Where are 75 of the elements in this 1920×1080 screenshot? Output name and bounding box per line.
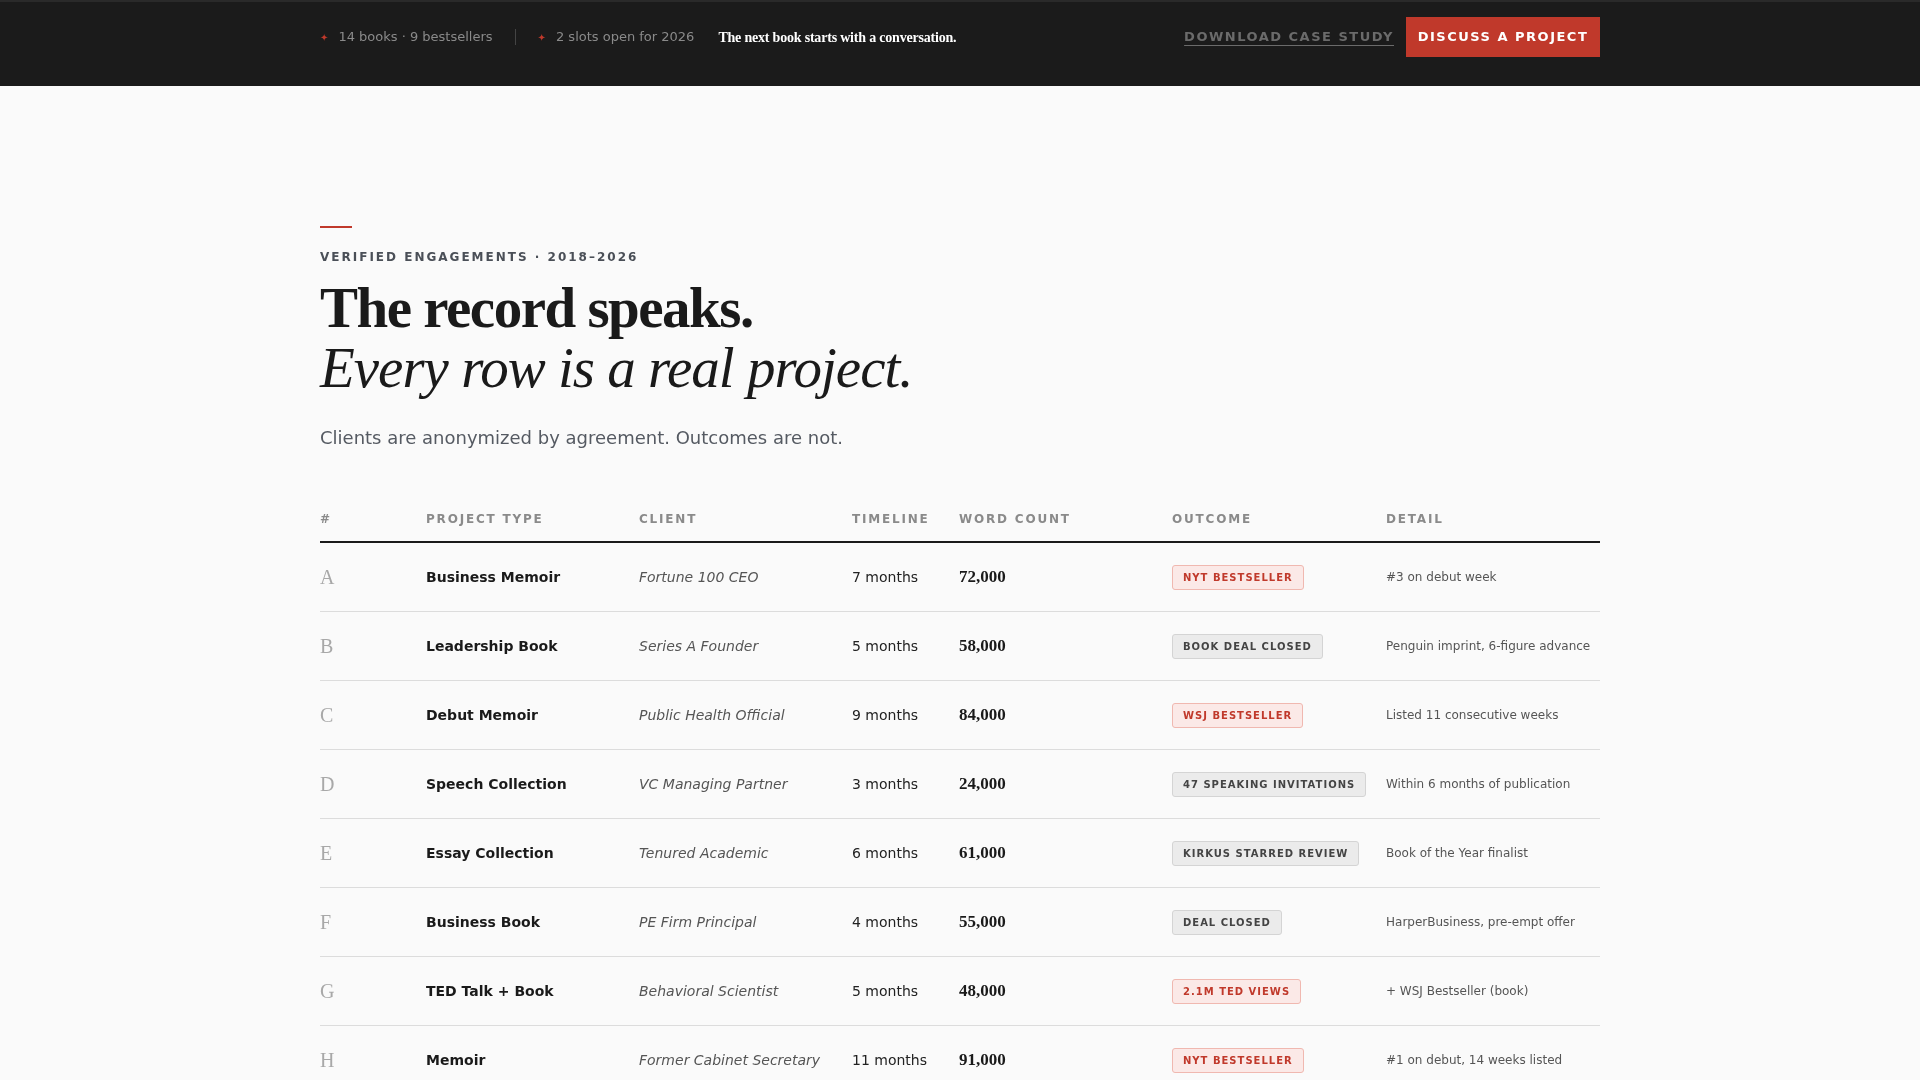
word-count: 72,000 (959, 566, 1006, 589)
timeline: 9 months (852, 705, 919, 725)
column-header: WORD COUNT (959, 511, 1072, 528)
timeline: 4 months (852, 912, 919, 932)
row-letter: E (320, 841, 333, 866)
eyebrow: VERIFIED ENGAGEMENTS · 2018–2026 (320, 249, 640, 266)
project-type: Business Book (426, 912, 540, 932)
word-count: 84,000 (959, 704, 1006, 727)
project-type: Debut Memoir (426, 705, 538, 725)
outcome-tag: KIRKUS STARRED REVIEW (1172, 841, 1360, 866)
star-icon: ✦ (320, 29, 329, 45)
outcome-tag: 2.1M TED VIEWS (1172, 979, 1302, 1004)
outcome-tag: DEAL CLOSED (1172, 910, 1282, 935)
client-name: Former Cabinet Secretary (639, 1050, 821, 1070)
tagline: The next book starts with a conversation. (718, 28, 957, 47)
word-count: 55,000 (959, 911, 1006, 934)
column-header: CLIENT (639, 511, 699, 528)
detail-text: Penguin imprint, 6-figure advance (1386, 638, 1591, 655)
client-name: Public Health Official (639, 705, 785, 725)
project-type: Essay Collection (426, 843, 554, 863)
download-link[interactable]: DOWNLOAD CASE STUDY (1184, 27, 1394, 47)
client-name: Fortune 100 CEO (639, 567, 759, 587)
detail-text: + WSJ Bestseller (book) (1386, 983, 1529, 1000)
row-letter: C (320, 703, 334, 728)
star-icon: ✦ (537, 29, 546, 45)
detail-text: Book of the Year finalist (1386, 845, 1528, 862)
project-type: TED Talk + Book (426, 981, 554, 1001)
project-type: Business Memoir (426, 567, 561, 587)
column-header: PROJECT TYPE (426, 511, 545, 528)
outcome-tag: NYT BESTSELLER (1172, 565, 1304, 590)
headline-italic: Every row is a real project. (320, 338, 914, 398)
word-count: 61,000 (959, 842, 1006, 865)
stat-text: 14 books · 9 bestsellers (338, 28, 493, 47)
outcome-tag: WSJ BESTSELLER (1172, 703, 1304, 728)
timeline: 11 months (852, 1050, 927, 1070)
detail-text: HarperBusiness, pre-empt offer (1386, 914, 1575, 931)
column-header: OUTCOME (1172, 511, 1253, 528)
column-header: # (320, 511, 333, 528)
client-name: VC Managing Partner (639, 774, 788, 794)
project-type: Memoir (426, 1050, 486, 1070)
outcome-tag: BOOK DEAL CLOSED (1172, 634, 1323, 659)
column-header: TIMELINE (852, 511, 931, 528)
outcome-tag: 47 SPEAKING INVITATIONS (1172, 772, 1367, 797)
row-letter: A (320, 565, 335, 590)
outcome-tag: NYT BESTSELLER (1172, 1048, 1304, 1073)
timeline: 5 months (852, 981, 919, 1001)
timeline: 3 months (852, 774, 919, 794)
project-type: Leadership Book (426, 636, 558, 656)
row-letter: B (320, 634, 334, 659)
timeline: 6 months (852, 843, 919, 863)
stat-text: 2 slots open for 2026 (555, 28, 695, 47)
client-name: Series A Founder (639, 636, 759, 656)
row-letter: G (320, 979, 335, 1004)
detail-text: #3 on debut week (1386, 569, 1497, 586)
subtitle: Clients are anonymized by agreement. Outcomes are not. (320, 426, 844, 450)
column-header: DETAIL (1386, 511, 1445, 528)
word-count: 58,000 (959, 635, 1006, 658)
timeline: 7 months (852, 567, 919, 587)
word-count: 24,000 (959, 773, 1006, 796)
row-letter: F (320, 910, 332, 935)
client-name: PE Firm Principal (639, 912, 757, 932)
word-count: 91,000 (959, 1049, 1006, 1072)
accent-rule (320, 226, 352, 228)
client-name: Tenured Academic (639, 843, 769, 863)
row-letter: H (320, 1048, 335, 1073)
discuss-project-button[interactable]: DISCUSS A PROJECT (1406, 17, 1600, 57)
detail-text: Within 6 months of publication (1386, 776, 1571, 793)
client-name: Behavioral Scientist (639, 981, 779, 1001)
headline: The record speaks. (320, 278, 754, 338)
word-count: 48,000 (959, 980, 1006, 1003)
detail-text: Listed 11 consecutive weeks (1386, 707, 1559, 724)
project-type: Speech Collection (426, 774, 567, 794)
timeline: 5 months (852, 636, 919, 656)
row-letter: D (320, 772, 335, 797)
detail-text: #1 on debut, 14 weeks listed (1386, 1052, 1563, 1069)
